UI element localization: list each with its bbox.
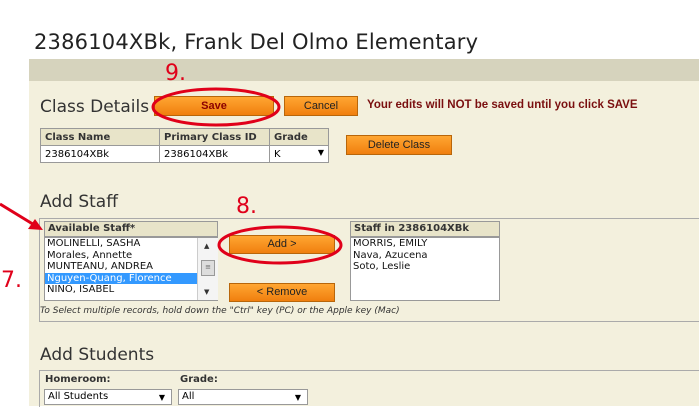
chevron-down-icon: ▼ — [317, 148, 324, 157]
grade-filter-select-value: All — [182, 391, 195, 402]
homeroom-select[interactable]: All Students ▼ — [44, 389, 172, 405]
multi-select-hint: To Select multiple records, hold down th… — [40, 306, 400, 316]
scroll-up-icon[interactable]: ▲ — [204, 242, 209, 250]
class-details-table: Class Name Primary Class ID Grade 238610… — [40, 128, 329, 163]
list-item[interactable]: Nava, Azucena — [351, 250, 499, 262]
add-staff-heading: Add Staff — [40, 192, 118, 212]
list-item[interactable]: MUNTEANU, ANDREA — [45, 261, 217, 273]
chevron-down-icon: ▼ — [294, 393, 301, 402]
list-item-selected[interactable]: Nguyen-Quang, Florence — [45, 272, 217, 284]
list-item[interactable]: MOLINELLI, SASHA — [45, 238, 217, 250]
header-bar — [29, 59, 699, 81]
column-header-grade: Grade — [269, 128, 329, 146]
available-staff-header: Available Staff* — [44, 221, 218, 237]
scroll-thumb[interactable]: ≡ — [201, 260, 215, 276]
remove-staff-button[interactable]: < Remove — [229, 283, 335, 302]
grade-select-value: K — [274, 148, 281, 160]
add-students-heading: Add Students — [40, 345, 155, 365]
scrollbar[interactable]: ▲ ≡ ▼ — [197, 238, 218, 300]
homeroom-label: Homeroom: — [45, 374, 111, 385]
grade-filter-select[interactable]: All ▼ — [178, 389, 308, 405]
page-title: 2386104XBk, Frank Del Olmo Elementary — [34, 30, 479, 54]
available-staff-list[interactable]: MOLINELLI, SASHA Morales, Annette MUNTEA… — [44, 237, 218, 301]
class-name-cell[interactable]: 2386104XBk — [40, 145, 160, 163]
grade-filter-label: Grade: — [180, 374, 218, 385]
column-header-primary-class-id: Primary Class ID — [159, 128, 270, 146]
save-warning-text: Your edits will NOT be saved until you c… — [367, 99, 638, 111]
grade-select[interactable]: K ▼ — [269, 145, 329, 163]
list-item[interactable]: Morales, Annette — [45, 250, 217, 262]
column-header-class-name: Class Name — [40, 128, 160, 146]
list-item[interactable]: NINO, ISABEL — [45, 284, 217, 296]
list-item[interactable]: Soto, Leslie — [351, 261, 499, 273]
add-staff-button[interactable]: Add > — [229, 235, 335, 254]
list-item[interactable]: MORRIS, EMILY — [351, 238, 499, 250]
save-button[interactable]: Save — [154, 96, 274, 116]
annotation-step-8: 8. — [236, 194, 257, 219]
staff-in-class-header: Staff in 2386104XBk — [350, 221, 500, 237]
scroll-down-icon[interactable]: ▼ — [204, 288, 209, 296]
annotation-step-9: 9. — [165, 61, 186, 86]
cancel-button[interactable]: Cancel — [284, 96, 358, 116]
delete-class-button[interactable]: Delete Class — [346, 135, 452, 155]
homeroom-select-value: All Students — [48, 391, 109, 402]
primary-class-id-cell[interactable]: 2386104XBk — [159, 145, 270, 163]
class-details-heading: Class Details — [40, 97, 150, 117]
staff-in-class-list[interactable]: MORRIS, EMILY Nava, Azucena Soto, Leslie — [350, 237, 500, 301]
annotation-step-7: 7. — [1, 268, 22, 293]
chevron-down-icon: ▼ — [158, 393, 165, 402]
